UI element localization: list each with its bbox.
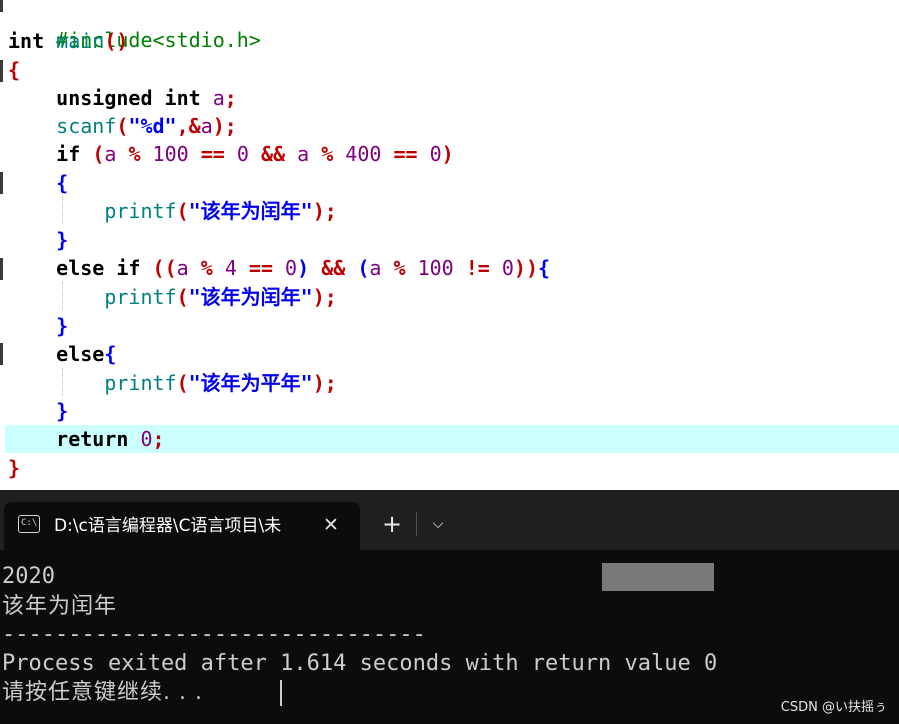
text-cursor <box>280 680 282 706</box>
gutter-marker <box>0 172 3 194</box>
code-line-2: int main() <box>8 29 129 53</box>
gutter-marker <box>0 0 3 12</box>
close-icon[interactable]: ✕ <box>318 512 344 538</box>
code-line-9: } <box>56 228 69 252</box>
code-line-11: printf("该年为闰年"); <box>104 285 337 309</box>
code-line-6: if (a % 100 == 0 && a % 400 == 0) <box>56 142 454 166</box>
terminal-tab[interactable]: C:\ D:\c语言编程器\C语言项目\未 ✕ <box>4 502 360 550</box>
tab-title: D:\c语言编程器\C语言项目\未 <box>54 516 282 536</box>
code-line-7: { <box>56 171 69 195</box>
chevron-down-icon[interactable]: ⌵ <box>426 510 450 538</box>
gutter-marker <box>0 60 3 82</box>
code-line-3: { <box>8 58 21 82</box>
output-line-result: 该年为闰年 <box>2 594 118 619</box>
code-line-12: } <box>56 314 69 338</box>
code-line-15: } <box>56 399 69 423</box>
output-line-input: 2020 <box>2 564 55 589</box>
output-line-prompt: 请按任意键继续. . . <box>2 680 203 705</box>
gutter-marker <box>0 343 3 365</box>
gutter-marker <box>0 258 3 280</box>
code-line-5: scanf("%d",&a); <box>56 114 237 138</box>
terminal-window[interactable]: C:\ D:\c语言编程器\C语言项目\未 ✕ + ⌵ 2020 该年为闰年 -… <box>0 490 899 724</box>
code-line-13: else{ <box>56 342 117 366</box>
code-line-10: else if ((a % 4 == 0) && (a % 100 != 0))… <box>56 256 551 280</box>
code-line-8: printf("该年为闰年"); <box>104 199 337 223</box>
output-line-separator: -------------------------------- <box>2 622 426 647</box>
new-tab-button[interactable]: + <box>378 510 406 538</box>
code-line-1: #include<stdio.h> <box>56 28 261 52</box>
code-line-17: } <box>8 456 21 480</box>
redaction-box <box>602 563 714 591</box>
output-line-status: Process exited after 1.614 seconds with … <box>2 651 718 676</box>
tab-divider <box>416 512 417 536</box>
watermark: CSDN @い扶摇ぅ <box>780 700 887 715</box>
terminal-tab-bar: C:\ D:\c语言编程器\C语言项目\未 ✕ + ⌵ <box>0 490 899 550</box>
code-line-16: return 0; <box>56 427 165 451</box>
code-line-14: printf("该年为平年"); <box>104 371 337 395</box>
code-line-4: unsigned int a; <box>56 86 237 110</box>
code-editor[interactable]: #include<stdio.h> int main() { unsigned … <box>0 0 899 490</box>
terminal-icon: C:\ <box>18 515 40 533</box>
